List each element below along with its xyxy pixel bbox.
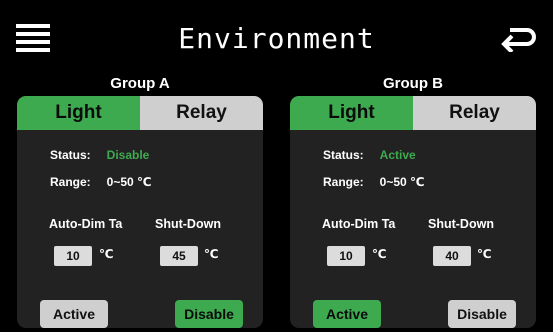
tab-light[interactable]: Light — [290, 96, 413, 130]
status-value: Disable — [106, 148, 150, 162]
tab-bar: Light Relay — [17, 96, 263, 130]
auto-dim-label: Auto-Dim Ta — [49, 217, 123, 231]
range-value: 0~50 ℃ — [106, 175, 152, 189]
tab-light[interactable]: Light — [17, 96, 140, 130]
shut-down-unit: ℃ — [204, 247, 219, 261]
group-panel: Light Relay Status: Disable Range: 0~50 ℃ … — [17, 96, 263, 328]
disable-button[interactable]: Disable — [175, 300, 243, 328]
tab-relay[interactable]: Relay — [140, 96, 263, 130]
range-row: Range: 0~50 ℃ — [323, 175, 425, 189]
auto-dim-input[interactable]: 10 — [327, 246, 365, 266]
shut-down-input[interactable]: 45 — [160, 246, 198, 266]
auto-dim-unit: ℃ — [99, 247, 114, 261]
auto-dim-unit: ℃ — [372, 247, 387, 261]
group-title: Group B — [383, 75, 443, 92]
shut-down-label: Shut-Down — [155, 217, 221, 231]
shut-down-unit: ℃ — [477, 247, 492, 261]
status-row: Status: Active — [323, 148, 416, 162]
return-arrow-icon[interactable] — [501, 26, 537, 52]
active-button[interactable]: Active — [40, 300, 108, 328]
active-button[interactable]: Active — [313, 300, 381, 328]
status-row: Status: Disable — [50, 148, 149, 162]
shut-down-label: Shut-Down — [428, 217, 494, 231]
auto-dim-input[interactable]: 10 — [54, 246, 92, 266]
range-label: Range: — [323, 175, 364, 189]
header-bar: Environment — [0, 0, 553, 76]
auto-dim-label: Auto-Dim Ta — [322, 217, 396, 231]
status-label: Status: — [50, 148, 91, 162]
group-a: Group A Light Relay Status: Disable Range… — [17, 74, 263, 328]
page-title: Environment — [178, 22, 375, 55]
range-label: Range: — [50, 175, 91, 189]
status-value: Active — [379, 148, 416, 162]
range-value: 0~50 ℃ — [379, 175, 425, 189]
shut-down-input[interactable]: 40 — [433, 246, 471, 266]
status-label: Status: — [323, 148, 364, 162]
tab-relay[interactable]: Relay — [413, 96, 536, 130]
group-title: Group A — [110, 75, 170, 92]
group-panel: Light Relay Status: Active Range: 0~50 ℃ A… — [290, 96, 536, 328]
range-row: Range: 0~50 ℃ — [50, 175, 152, 189]
tab-bar: Light Relay — [290, 96, 536, 130]
disable-button[interactable]: Disable — [448, 300, 516, 328]
group-b: Group B Light Relay Status: Active Range:… — [290, 74, 536, 328]
